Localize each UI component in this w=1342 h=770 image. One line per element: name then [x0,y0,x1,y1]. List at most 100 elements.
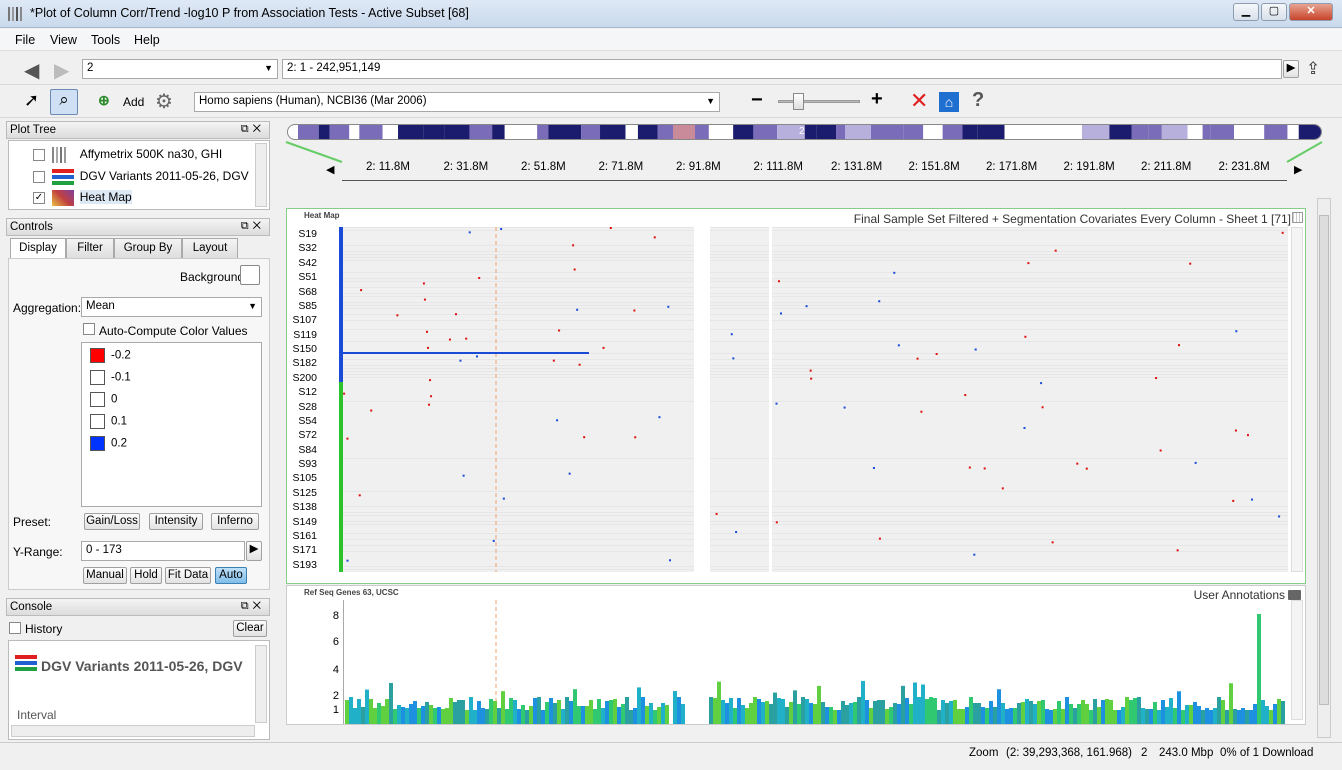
menu-view[interactable]: View [50,33,77,47]
legend-swatch[interactable] [90,414,105,429]
sample-label[interactable]: S182 [287,357,317,369]
tab-layout[interactable]: Layout [182,238,238,258]
tree-item-dgv[interactable]: DGV Variants 2011-05-26, DGV [33,169,261,185]
preset-intensity-button[interactable]: Intensity [149,513,203,530]
sample-label[interactable]: S12 [287,386,317,398]
help-icon[interactable]: ? [972,89,984,112]
sample-label[interactable]: S84 [287,444,317,456]
sample-label[interactable]: S54 [287,415,317,427]
forward-arrow-icon[interactable]: ▶ [54,58,69,83]
sample-label[interactable]: S28 [287,401,317,413]
menu-tools[interactable]: Tools [91,33,120,47]
export-icon[interactable]: ⇪ [1306,59,1320,79]
legend-swatch[interactable] [90,392,105,407]
tree-item-affymetrix[interactable]: Affymetrix 500K na30, GHI [33,147,261,163]
legend-row[interactable]: 0.1 [90,414,127,429]
sample-label[interactable]: S68 [287,286,317,298]
sample-label[interactable]: S105 [287,472,317,484]
yrange-input[interactable]: 0 - 173 [81,541,245,561]
panel-controls-icon[interactable]: ⧉✕ [241,220,265,233]
clear-icon[interactable]: ✕ [910,88,928,114]
sample-label[interactable]: S42 [287,257,317,269]
add-label[interactable]: Add [123,95,144,109]
legend-swatch[interactable] [90,348,105,363]
tree-item-checkbox[interactable] [33,171,45,183]
legend-swatch[interactable] [90,436,105,451]
grid-icon[interactable] [1292,212,1303,223]
console-h-scrollbar[interactable] [11,725,255,737]
clear-button[interactable]: Clear [233,620,267,637]
sample-label[interactable]: S85 [287,300,317,312]
zoom-slider-thumb[interactable] [793,93,804,110]
legend-row[interactable]: -0.2 [90,348,131,363]
pointer-icon[interactable]: ➚ [24,90,39,111]
sample-label[interactable]: S171 [287,544,317,556]
yrange-apply-button[interactable]: ▶ [246,541,262,561]
heatmap-canvas[interactable] [343,227,1288,572]
range-manual-button[interactable]: Manual [83,567,127,584]
home-icon[interactable]: ⌂ [939,92,959,112]
scroll-left-icon[interactable]: ◀ [326,163,334,176]
sample-label[interactable]: S138 [287,501,317,513]
tree-item-heatmap[interactable]: ✓ Heat Map [33,190,261,206]
zoom-out-icon[interactable]: − [751,89,763,112]
zoom-slider[interactable] [778,93,860,110]
sample-label[interactable]: S149 [287,516,317,528]
zoom-in-icon[interactable]: + [871,88,883,111]
legend-row[interactable]: -0.1 [90,370,131,385]
menu-help[interactable]: Help [134,33,160,47]
legend-swatch[interactable] [90,370,105,385]
range-fit-data-button[interactable]: Fit Data [165,567,211,584]
sample-label[interactable]: S19 [287,228,317,240]
close-button[interactable]: ✕ [1289,3,1333,21]
sample-label[interactable]: S200 [287,372,317,384]
sample-label[interactable]: S161 [287,530,317,542]
range-hold-button[interactable]: Hold [130,567,162,584]
sample-label[interactable]: S119 [287,329,317,341]
sample-label[interactable]: S150 [287,343,317,355]
heatmap-scrollbar[interactable] [1291,227,1303,572]
sample-label[interactable]: S125 [287,487,317,499]
sample-label[interactable]: S107 [287,314,317,326]
tree-scrollbar[interactable] [255,143,267,207]
sample-label[interactable]: S51 [287,271,317,283]
background-color-swatch[interactable] [240,265,260,285]
preset-gain-loss-button[interactable]: Gain/Loss [84,513,140,530]
preset-inferno-button[interactable]: Inferno [211,513,259,530]
tab-display[interactable]: Display [10,238,66,258]
sample-label[interactable]: S32 [287,242,317,254]
zoom-tool-button[interactable]: ⌕ [50,89,78,115]
sample-label[interactable]: S72 [287,429,317,441]
gene-density-chart[interactable] [343,600,1288,724]
legend-row[interactable]: 0.2 [90,436,127,451]
go-button[interactable]: ▶ [1283,60,1299,78]
tree-item-checkbox[interactable] [33,149,45,161]
minimize-button[interactable]: ▁ [1233,3,1259,21]
genome-select[interactable]: Homo sapiens (Human), NCBI36 (Mar 2006) … [194,92,720,112]
chromosome-select[interactable]: 2 ▼ [82,59,278,79]
history-checkbox[interactable] [9,622,21,634]
aggregation-select[interactable]: Mean ▼ [81,297,262,317]
scroll-right-icon[interactable]: ▶ [1294,163,1302,176]
folder-icon[interactable] [1288,590,1301,600]
tab-group-by[interactable]: Group By [114,238,182,258]
tree-item-checkbox[interactable]: ✓ [33,192,45,204]
tab-filter[interactable]: Filter [66,238,114,258]
panel-controls-icon[interactable]: ⧉✕ [241,600,265,613]
back-arrow-icon[interactable]: ◀ [24,58,39,83]
auto-compute-checkbox[interactable] [83,323,95,335]
location-input[interactable]: 2: 1 - 242,951,149 [282,59,1282,79]
scrollbar-thumb[interactable] [1319,215,1329,705]
main-vertical-scrollbar[interactable] [1317,198,1331,738]
menu-file[interactable]: File [15,33,35,47]
maximize-button[interactable]: ▢ [1261,3,1287,21]
add-track-icon[interactable]: ⊕ [98,92,110,109]
sample-label[interactable]: S93 [287,458,317,470]
panel-controls-icon[interactable]: ⧉✕ [241,123,265,136]
gene-track-scrollbar[interactable] [1291,600,1303,720]
legend-row[interactable]: 0 [90,392,117,407]
range-auto-button[interactable]: Auto [215,567,247,584]
sample-label[interactable]: S193 [287,559,317,571]
console-scrollbar[interactable] [255,645,267,723]
gear-icon[interactable]: ⚙ [155,89,173,114]
